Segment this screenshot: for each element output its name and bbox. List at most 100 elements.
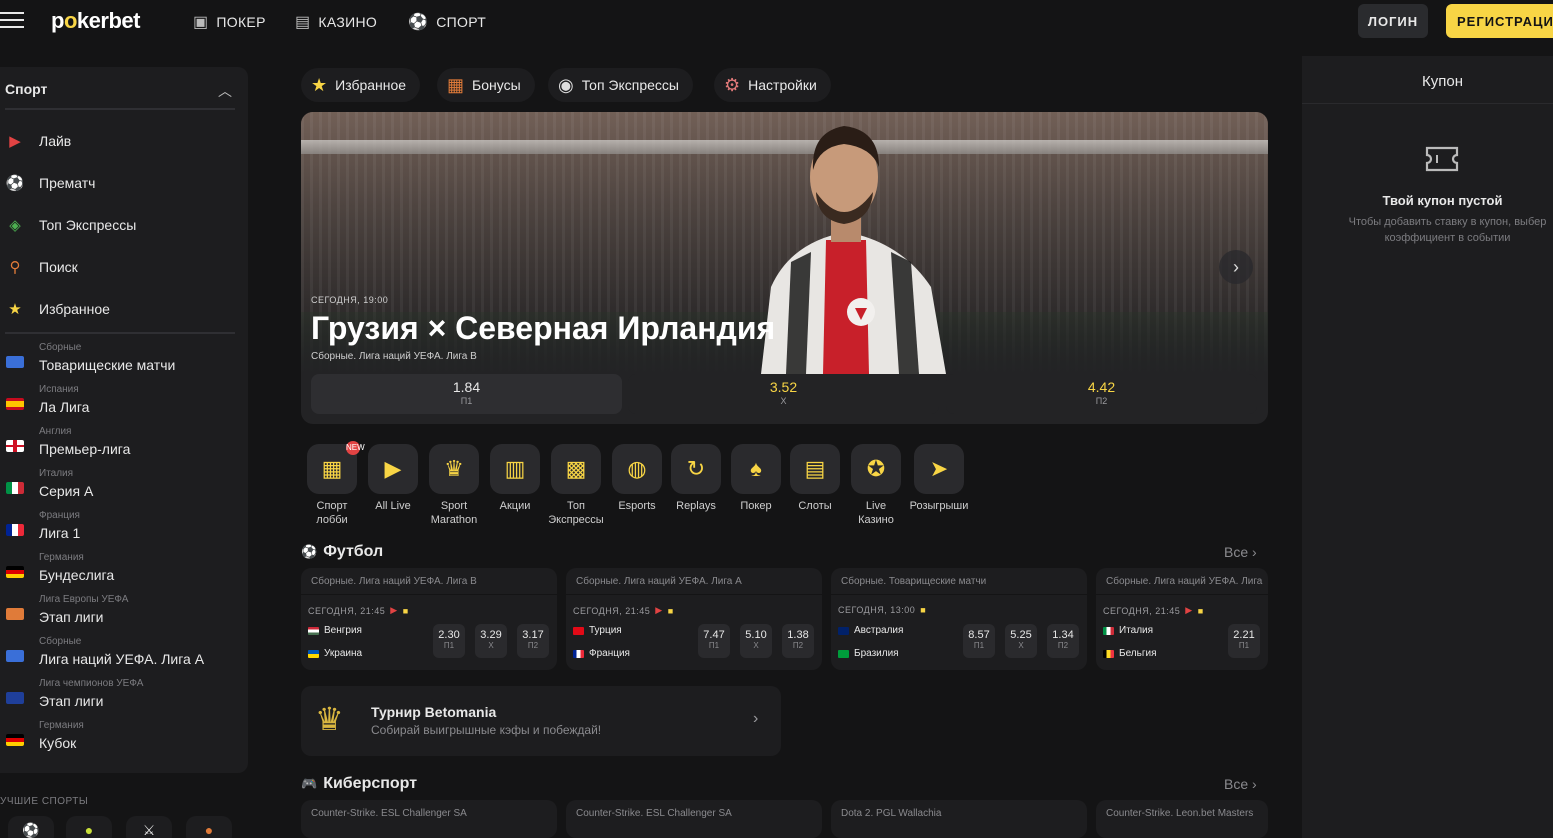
esports-card[interactable]: Counter-Strike. ESL Challenger SA <box>566 800 822 838</box>
sport-lobby-icon: ▦ <box>321 456 343 481</box>
tile-sport-marathon[interactable]: ♛ Sport Marathon <box>426 444 482 527</box>
roulette-icon: ✪ <box>866 456 886 481</box>
odd-p1-button[interactable]: 1.84 П1 <box>311 374 622 414</box>
champions-league-icon <box>6 692 24 704</box>
sidebar-league[interactable]: Германия Бундеслига <box>5 550 240 590</box>
nav-sport[interactable]: ⚽ СПОРТ <box>408 12 486 32</box>
tile-top-express[interactable]: ▩ Топ Экспрессы <box>548 444 604 527</box>
register-button[interactable]: РЕГИСТРАЦИЯ <box>1446 4 1553 38</box>
odd-p2-button[interactable]: 4.42 П2 <box>946 374 1257 414</box>
tile-poker[interactable]: ♠ Покер <box>728 444 784 513</box>
football-all-link[interactable]: Все › <box>1224 544 1257 560</box>
brazil-flag-icon <box>838 649 849 658</box>
odd-button[interactable]: 5.10 Х <box>740 624 772 658</box>
video-icon: ■ <box>402 605 409 616</box>
odd-button[interactable]: 8.57 П1 <box>963 624 995 658</box>
match-banner[interactable]: СЕГОДНЯ, 19:00 Грузия × Северная Ирланди… <box>301 112 1268 424</box>
slot-machine-icon: ▤ <box>295 14 311 31</box>
sidebar-item-live[interactable]: ▶ Лайв <box>5 125 240 157</box>
australia-flag-icon <box>838 626 849 635</box>
gift-box-icon: ▦ <box>447 74 465 95</box>
esports-card[interactable]: Dota 2. PGL Wallachia <box>831 800 1087 838</box>
england-flag-icon <box>6 440 24 452</box>
video-icon: ■ <box>667 605 674 616</box>
tile-slots[interactable]: ▤ Слоты <box>787 444 843 513</box>
tile-giveaways[interactable]: ➤ Розыгрыши <box>909 444 969 513</box>
sidebar-league[interactable]: Германия Кубок <box>5 718 240 758</box>
soccer-ball-icon[interactable]: ⚽ <box>8 816 54 838</box>
chevron-up-icon[interactable]: ︿ <box>218 81 232 99</box>
france-flag-icon <box>573 649 584 658</box>
match-card[interactable]: Сборные. Лига наций УЕФА. Лига А СЕГОДНЯ… <box>566 568 822 670</box>
match-card[interactable]: Сборные. Лига наций УЕФА. Лига В СЕГОДНЯ… <box>301 568 557 670</box>
sidebar-item-favorites[interactable]: ★ Избранное <box>5 293 240 325</box>
tab-favorites[interactable]: ★ Избранное <box>301 68 421 102</box>
replay-icon: ↻ <box>686 456 706 481</box>
sidebar-league[interactable]: Франция Лига 1 <box>5 508 240 548</box>
sidebar-item-prematch[interactable]: ⚽ Прематч <box>5 167 240 199</box>
sidebar-item-search[interactable]: ⚲ Поиск <box>5 251 240 283</box>
esports-card[interactable]: Counter-Strike. ESL Challenger SA <box>301 800 557 838</box>
sidebar-league[interactable]: Италия Серия А <box>5 466 240 506</box>
paper-plane-icon: ➤ <box>929 456 949 481</box>
sports-sidebar: Спорт ︿ ▶ Лайв ⚽ Прематч ◈ Топ Экспрессы ⚲ П… <box>0 67 248 773</box>
sidebar-league[interactable]: Англия Премьер-лига <box>5 424 240 464</box>
login-button[interactable]: ЛОГИН <box>1358 4 1428 38</box>
esports-all-link[interactable]: Все › <box>1224 776 1257 792</box>
match-card[interactable]: Сборные. Лига наций УЕФА. Лига СЕГОДНЯ, … <box>1096 568 1268 670</box>
sidebar-league[interactable]: Лига чемпионов УЕФА Этап лиги <box>5 676 240 716</box>
tab-top-express[interactable]: ◉ Топ Экспрессы <box>548 68 693 102</box>
sidebar-league[interactable]: Лига Европы УЕФА Этап лиги <box>5 592 240 632</box>
coupon-empty-text: Чтобы добавить ставку в купон, выбер коэ… <box>1348 216 1547 244</box>
tile-esports[interactable]: ◍ Esports <box>609 444 665 513</box>
match-league: Сборные. Лига наций УЕФА. Лига В <box>311 351 477 362</box>
world-flag-icon <box>6 650 24 662</box>
odd-button[interactable]: 3.17 П2 <box>517 624 549 658</box>
star-icon: ★ <box>8 301 22 318</box>
sidebar-league[interactable]: Сборные Лига наций УЕФА. Лига А <box>5 634 240 674</box>
odd-button[interactable]: 1.38 П2 <box>782 624 814 658</box>
odd-button[interactable]: 2.30 П1 <box>433 624 465 658</box>
star-icon: ★ <box>311 74 328 95</box>
esports-card[interactable]: Counter-Strike. Leon.bet Masters <box>1096 800 1268 838</box>
tile-replays[interactable]: ↻ Replays <box>668 444 724 513</box>
tennis-ball-icon[interactable]: ● <box>66 816 112 838</box>
chevron-right-icon: › <box>1252 776 1257 792</box>
soccer-ball-icon: ⚽ <box>5 175 25 192</box>
coupon-panel: Купон Твой купон пустой Чтобы добавить с… <box>1302 56 1553 838</box>
search-icon: ⚲ <box>9 259 21 276</box>
tab-bonuses[interactable]: ▦ Бонусы <box>437 68 535 102</box>
video-icon: ■ <box>1197 605 1204 616</box>
esports-section-title: 🎮 Киберспорт <box>301 775 418 792</box>
tile-promotions[interactable]: ▥ Акции <box>487 444 543 513</box>
chevron-right-icon[interactable]: › <box>1219 250 1253 284</box>
video-icon: ■ <box>920 605 927 615</box>
nav-casino[interactable]: ▤ КАЗИНО <box>295 12 377 32</box>
tile-live-casino[interactable]: ✪ Live Казино <box>848 444 904 527</box>
germany-flag-icon <box>6 566 24 578</box>
odd-button[interactable]: 5.25 Х <box>1005 624 1037 658</box>
best-sports-title: УЧШИЕ СПОРТЫ <box>0 796 89 807</box>
live-icon: ▶ <box>390 605 398 615</box>
spain-flag-icon <box>6 398 24 410</box>
tile-sport-lobby[interactable]: ▦ NEW Спорт лобби <box>304 441 365 527</box>
gamepad-icon: 🎮 <box>301 776 318 791</box>
sidebar-item-top-express[interactable]: ◈ Топ Экспрессы <box>5 209 240 241</box>
nav-poker[interactable]: ▣ ПОКЕР <box>193 12 266 32</box>
match-card[interactable]: Сборные. Товарищеские матчи СЕГОДНЯ, 13:… <box>831 568 1087 670</box>
odd-button[interactable]: 1.34 П2 <box>1047 624 1079 658</box>
hockey-icon[interactable]: ⚔ <box>126 816 172 838</box>
live-play-icon: ▶ <box>9 133 21 150</box>
basketball-icon[interactable]: ● <box>186 816 232 838</box>
tab-settings[interactable]: ⚙ Настройки <box>714 68 831 102</box>
odd-x-button[interactable]: 3.52 Х <box>628 374 939 414</box>
sidebar-league[interactable]: Сборные Товарищеские матчи <box>5 340 240 380</box>
odd-button[interactable]: 2.21 П1 <box>1228 624 1260 658</box>
sidebar-league[interactable]: Испания Ла Лига <box>5 382 240 422</box>
menu-icon[interactable] <box>0 12 24 30</box>
odd-button[interactable]: 7.47 П1 <box>698 624 730 658</box>
logo[interactable]: pokerbet <box>51 8 140 34</box>
tournament-banner[interactable]: ♛ Турнир Betomania Собирай выигрышные кэ… <box>301 686 781 756</box>
odd-button[interactable]: 3.29 Х <box>475 624 507 658</box>
tile-all-live[interactable]: ▶ All Live <box>365 444 421 513</box>
